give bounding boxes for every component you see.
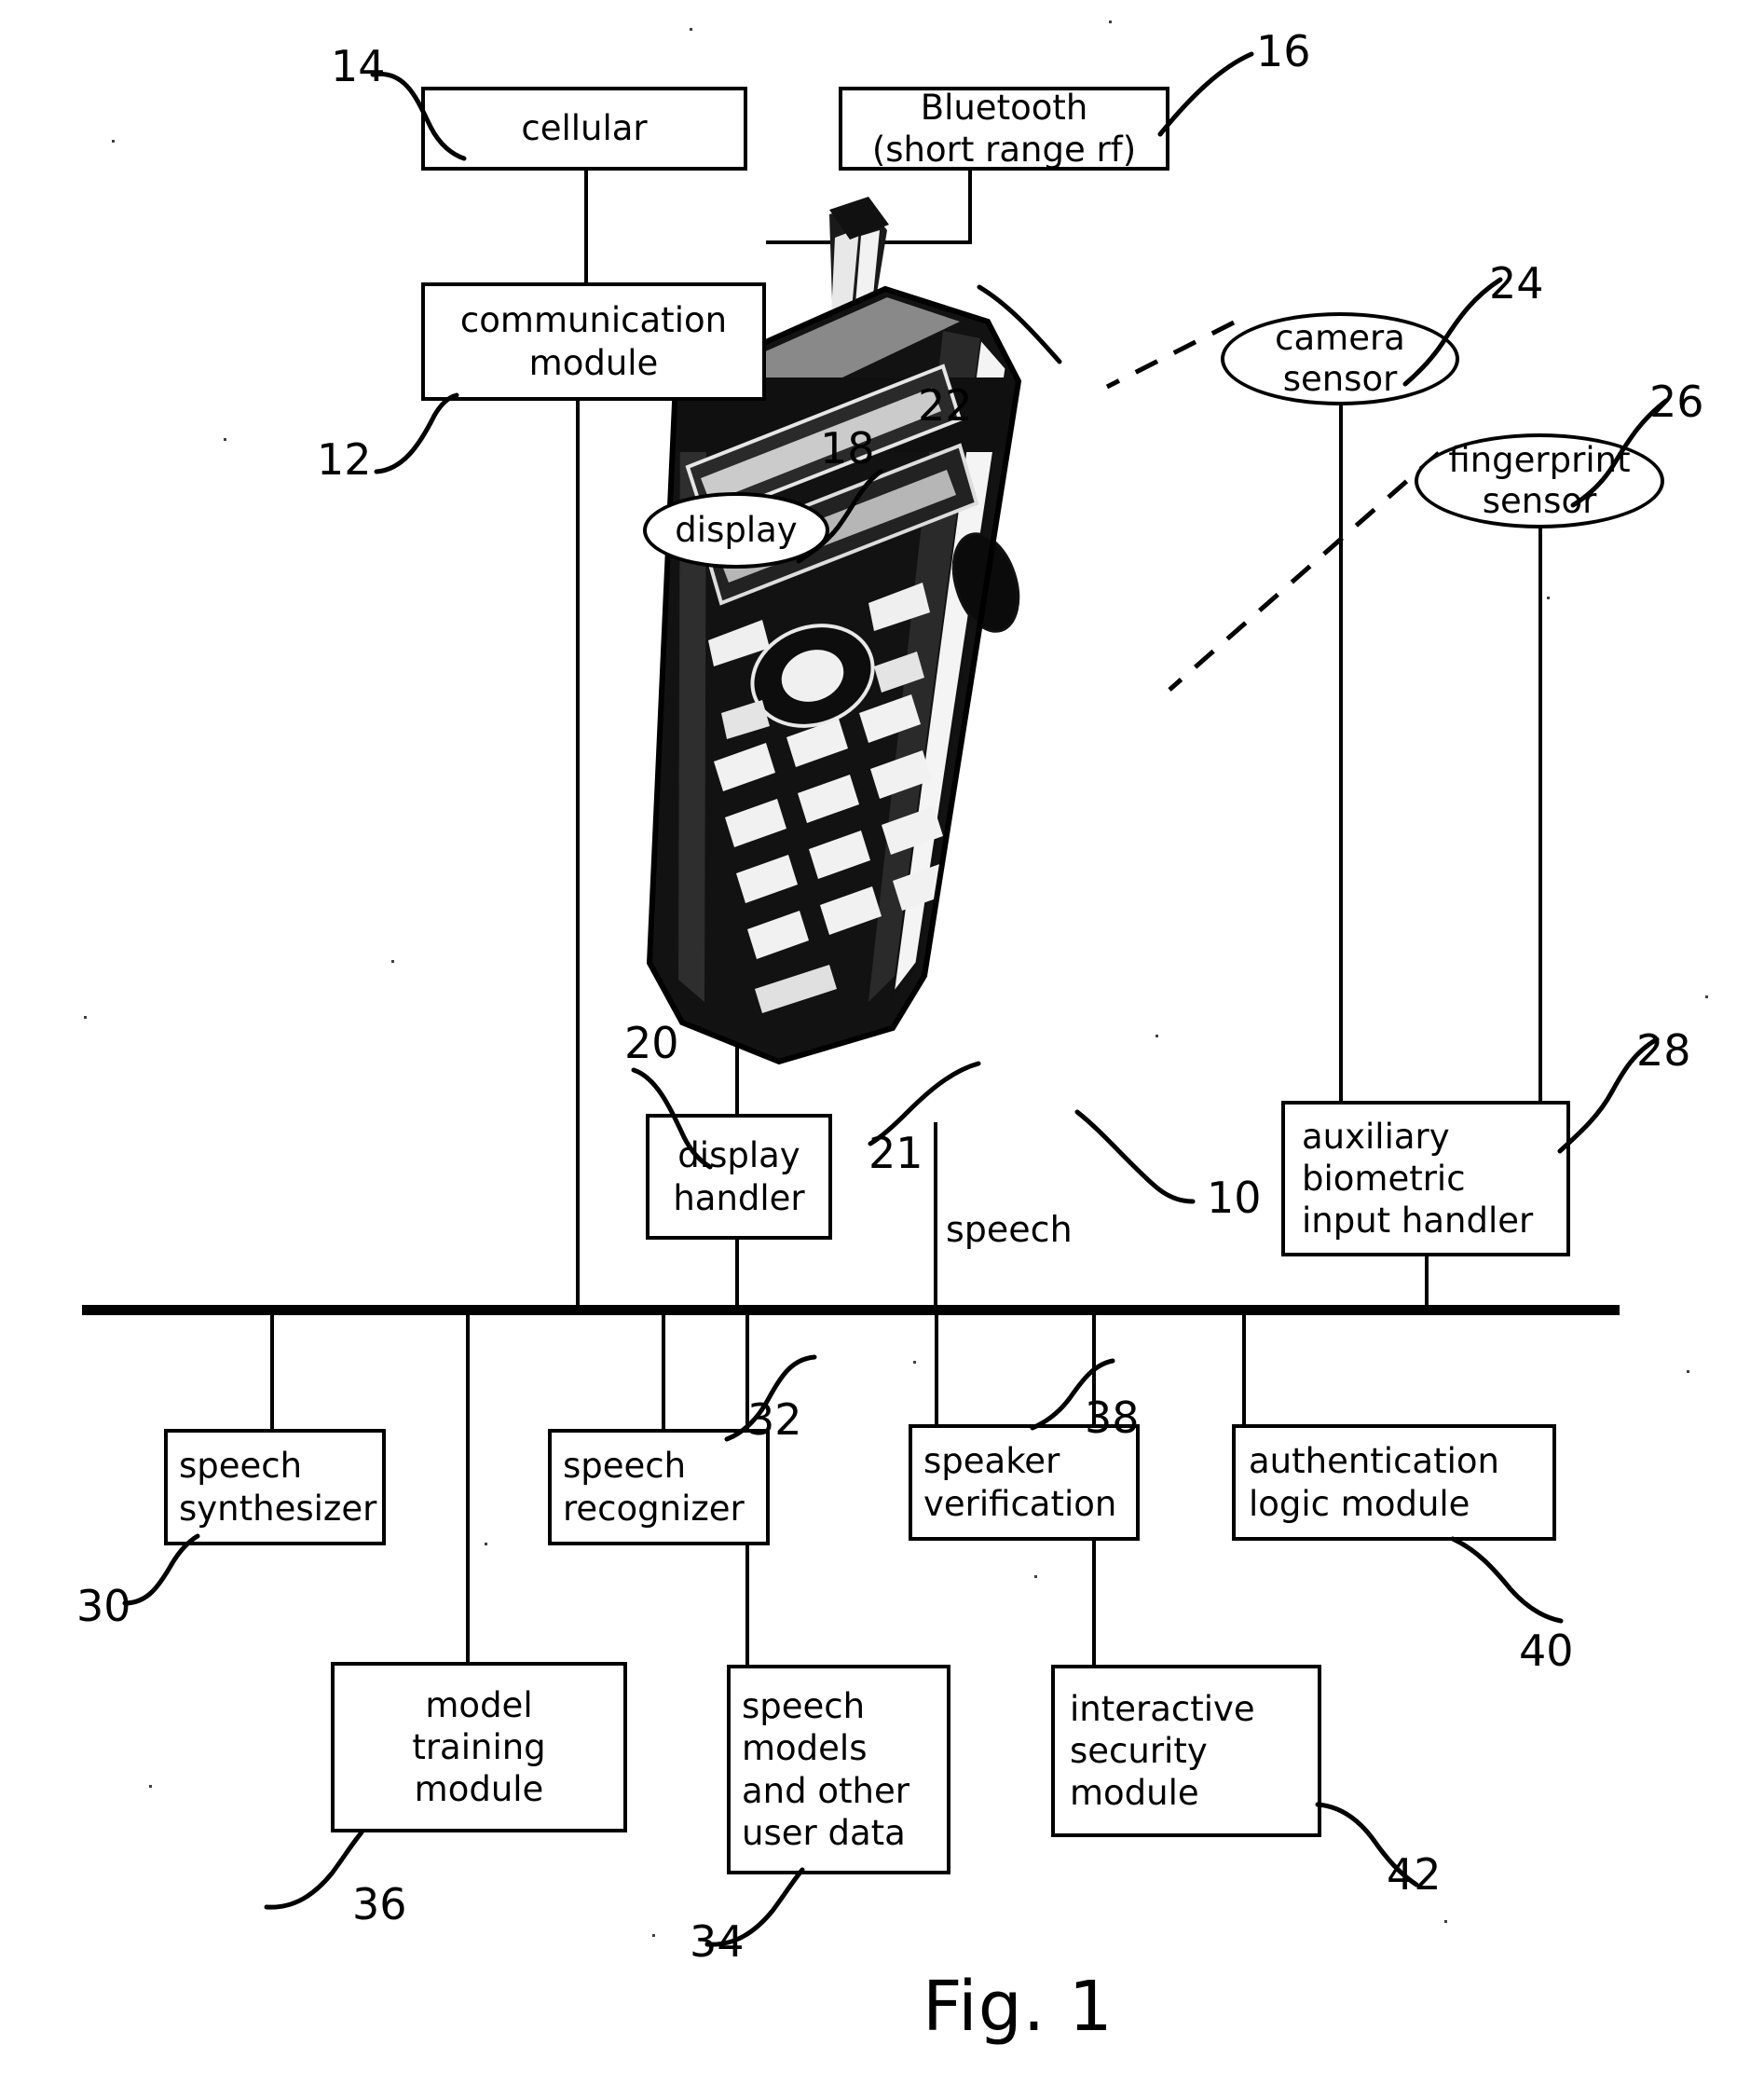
block-interactive-security-label-line2: security <box>1070 1730 1208 1771</box>
block-speaker-verification-label-line2: verification <box>923 1483 1117 1524</box>
leader-line-12 <box>374 392 459 474</box>
ref-numeral-21: 21 <box>868 1128 923 1178</box>
figure-caption: Fig. 1 <box>923 1967 1114 2047</box>
leader-line-30 <box>122 1533 200 1606</box>
ref-numeral-34: 34 <box>690 1916 745 1967</box>
block-cellular-label: cellular <box>521 108 648 149</box>
block-authentication-logic-label-line2: logic module <box>1249 1483 1470 1524</box>
callout-camera-sensor-label-line2: sensor <box>1282 359 1398 399</box>
block-speech-models-label-line1: speech <box>742 1686 866 1727</box>
block-speech-synthesizer-label-line2: synthesizer <box>179 1488 377 1529</box>
ref-numeral-42: 42 <box>1387 1849 1442 1900</box>
leader-line-18 <box>796 469 883 564</box>
block-authentication-logic-module[interactable]: authentication logic module <box>1232 1424 1556 1541</box>
ref-numeral-28: 28 <box>1636 1025 1691 1076</box>
block-communication-module-label-line1: communication <box>459 300 728 341</box>
block-communication-module-label-line2: module <box>528 342 659 383</box>
leader-line-40 <box>1450 1536 1564 1624</box>
block-aux-handler-label-line2: biometric <box>1302 1158 1466 1199</box>
ref-numeral-30: 30 <box>76 1581 131 1631</box>
ref-numeral-40: 40 <box>1519 1626 1574 1676</box>
block-authentication-logic-label-line1: authentication <box>1249 1441 1499 1482</box>
ref-numeral-24: 24 <box>1489 258 1544 309</box>
dashed-line-fingerprint <box>1168 451 1441 692</box>
block-communication-module[interactable]: communication module <box>421 282 766 401</box>
callout-display-label: display <box>675 509 798 550</box>
block-model-training-label-line1: model <box>425 1684 533 1725</box>
block-bluetooth-label-line2: (short range rf) <box>871 130 1137 170</box>
ref-numeral-38: 38 <box>1085 1393 1140 1443</box>
block-speech-recognizer-label-line2: recognizer <box>563 1488 745 1529</box>
leader-line-14 <box>370 71 467 161</box>
block-speech-recognizer-label-line1: speech <box>563 1446 687 1487</box>
leader-line-20 <box>631 1067 713 1170</box>
ref-numeral-26: 26 <box>1649 377 1704 427</box>
block-bluetooth-label-line1: Bluetooth <box>920 87 1088 128</box>
leader-line-16 <box>1157 51 1254 137</box>
block-speech-models-label-line2: models <box>742 1728 868 1769</box>
block-speech-synthesizer-label-line1: speech <box>179 1446 303 1487</box>
block-speech-models-label-line4: user data <box>742 1812 906 1853</box>
ref-numeral-18: 18 <box>820 423 875 473</box>
ref-numeral-10: 10 <box>1207 1173 1262 1223</box>
ref-numeral-32: 32 <box>747 1394 802 1445</box>
ref-numeral-36: 36 <box>352 1879 407 1929</box>
block-aux-handler-label-line3: input handler <box>1302 1201 1534 1242</box>
ref-numeral-22: 22 <box>918 380 973 431</box>
block-speaker-verification-label-line1: speaker <box>923 1441 1060 1482</box>
ref-numeral-16: 16 <box>1256 26 1311 76</box>
block-auxiliary-biometric-input-handler[interactable]: auxiliary biometric input handler <box>1281 1101 1570 1256</box>
leader-line-10 <box>1074 1109 1196 1204</box>
patent-figure-page: Panasonic <box>0 0 1764 2086</box>
block-bluetooth[interactable]: Bluetooth (short range rf) <box>839 87 1169 171</box>
block-aux-handler-label-line1: auxiliary <box>1302 1116 1450 1157</box>
block-interactive-security-label-line1: interactive <box>1070 1688 1255 1729</box>
block-speech-models-label-line3: and other <box>742 1770 909 1811</box>
block-interactive-security-label-line3: module <box>1070 1773 1199 1814</box>
block-interactive-security-module[interactable]: interactive security module <box>1051 1665 1321 1837</box>
label-speech: speech <box>946 1209 1073 1250</box>
ref-numeral-12: 12 <box>317 434 372 485</box>
block-model-training-module[interactable]: model training module <box>331 1662 627 1832</box>
block-model-training-label-line2: training <box>412 1726 546 1767</box>
callout-camera-sensor-label-line1: camera <box>1275 317 1405 358</box>
leader-line-22 <box>977 284 1062 364</box>
ref-numeral-14: 14 <box>331 41 386 91</box>
ref-numeral-20: 20 <box>624 1018 679 1068</box>
block-model-training-label-line3: module <box>414 1769 544 1810</box>
block-speech-models-user-data[interactable]: speech models and other user data <box>727 1665 950 1874</box>
